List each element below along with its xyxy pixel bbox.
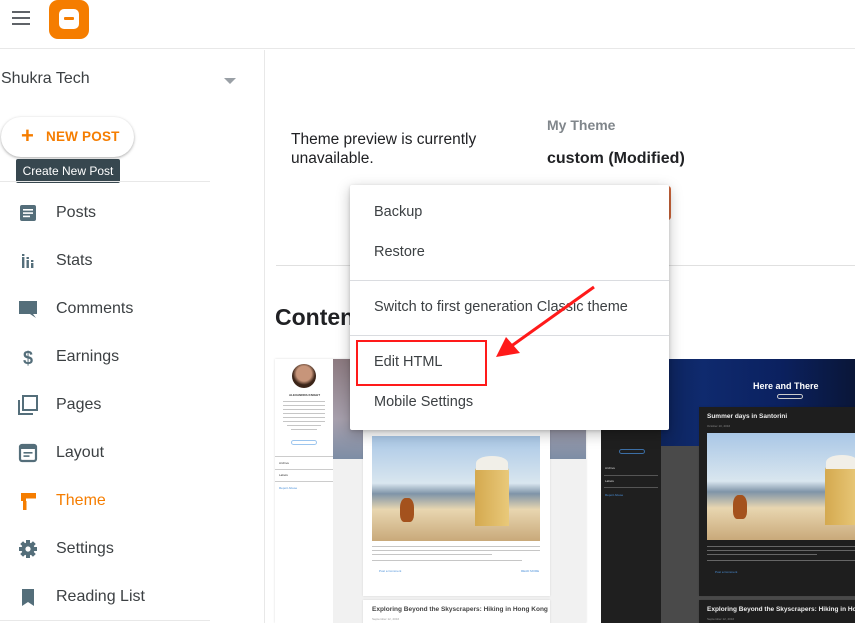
comments-icon (19, 301, 37, 318)
menu-item-label: Mobile Settings (374, 394, 474, 410)
sidebar-item-label: Posts (56, 204, 97, 221)
thumbnail-report-abuse: Report Abuse (279, 486, 298, 490)
thumbnail-post-date: October 10, 2016 (707, 424, 731, 428)
sidebar-item-label: Pages (56, 396, 102, 413)
theme-section-heading: Conten (275, 304, 355, 330)
visit-profile-button (619, 449, 645, 454)
dollar-icon: $ (23, 348, 33, 367)
sidebar-item-layout[interactable]: Layout (0, 437, 250, 469)
bookmark-icon (22, 589, 34, 606)
sidebar-item-settings[interactable]: Settings (0, 533, 250, 565)
thumbnail-next-post: Exploring Beyond the Skyscrapers: Hiking… (363, 600, 550, 623)
thumbnail-post-card: Summer days in Santorini October 10, 201… (699, 407, 855, 596)
new-post-button[interactable]: + NEW POST (1, 117, 134, 157)
thumbnail-archive-link: Archive (605, 466, 616, 470)
thumbnail-report-abuse: Report Abuse (605, 493, 624, 497)
thumbnail-next-post-title: Exploring Beyond the Skyscrapers: Hiking… (372, 606, 548, 613)
menu-divider (350, 280, 669, 281)
sidebar-item-stats[interactable]: Stats (0, 245, 250, 277)
menu-item-restore[interactable]: Restore (350, 232, 669, 272)
sidebar-divider (0, 181, 210, 182)
thumbnail-labels-link: Labels (279, 473, 288, 477)
annotation-arrow-icon (496, 285, 595, 357)
thumbnail-next-post-date: September 12, 2016 (372, 617, 400, 621)
my-theme-name: custom (Modified) (547, 150, 685, 167)
sidebar-item-label: Reading List (56, 588, 145, 605)
thumbnail-archive-link: Archive (279, 461, 290, 465)
menu-item-mobile-settings[interactable]: Mobile Settings (350, 382, 669, 422)
gear-icon (19, 540, 37, 558)
sidebar-divider (0, 620, 210, 621)
thumbnail-next-post-date: September 12, 2016 (707, 617, 735, 621)
sidebar-item-label: Theme (56, 492, 106, 509)
sidebar-item-reading-list[interactable]: Reading List (0, 581, 250, 613)
stats-icon (22, 254, 34, 268)
menu-item-label: Restore (374, 244, 425, 260)
plus-icon: + (21, 123, 34, 148)
thumbnail-blog-title: Here and There (753, 381, 819, 391)
sidebar-item-posts[interactable]: Posts (0, 197, 250, 229)
menu-item-label: Backup (374, 204, 423, 220)
sidebar-item-label: Settings (56, 540, 114, 557)
sidebar-item-theme[interactable]: Theme (0, 485, 250, 517)
santorini-image (707, 433, 855, 540)
pages-icon (18, 395, 38, 415)
profile-name: ALEXANDRA KNIGHT (289, 393, 321, 397)
thumbnail-labels-link: Labels (605, 479, 614, 483)
blog-selector[interactable]: Shukra Tech (0, 70, 250, 92)
thumbnail-post-card: Post a Comment READ MORE (363, 424, 550, 596)
layout-icon (18, 443, 38, 463)
paint-roller-icon (21, 493, 36, 510)
chevron-down-icon (224, 78, 236, 84)
thumbnail-post-title: Summer days in Santorini (707, 413, 788, 420)
new-post-label: NEW POST (46, 129, 120, 144)
sidebar-item-label: Stats (56, 252, 93, 269)
theme-preview-message: Theme preview is currently unavailable. (291, 131, 477, 167)
profile-avatar (292, 364, 316, 388)
thumbnail-sidebar: ALEXANDRA KNIGHT Archive Labels Report A… (275, 359, 333, 623)
my-theme-label: My Theme (547, 117, 616, 133)
svg-text:$: $ (23, 348, 33, 367)
sidebar-item-label: Comments (56, 300, 134, 317)
thumbnail-subscribe-button (777, 394, 803, 399)
thumbnail-next-post: Exploring Beyond the Skyscrapers: Hiking… (699, 600, 855, 623)
thumbnail-sidebar: Archive Labels Report Abuse (601, 419, 661, 623)
blogger-logo-icon[interactable] (49, 0, 89, 39)
sidebar: Shukra Tech + NEW POST Create New Post P… (0, 50, 265, 623)
hamburger-menu-icon[interactable] (12, 11, 30, 25)
thumbnail-next-post-title: Exploring Beyond the Skyscrapers: Hiking… (707, 606, 855, 613)
posts-icon (20, 205, 36, 221)
thumbnail-post-comment-link: Post a Comment (379, 569, 402, 573)
new-post-tooltip: Create New Post (16, 159, 120, 183)
sidebar-item-pages[interactable]: Pages (0, 389, 250, 421)
top-app-bar (0, 0, 855, 49)
sidebar-item-label: Layout (56, 444, 105, 461)
sidebar-item-earnings[interactable]: $ Earnings (0, 341, 250, 373)
thumbnail-post-comment-link: Post a Comment (715, 570, 738, 574)
sidebar-item-label: Earnings (56, 348, 120, 365)
santorini-image (372, 436, 540, 541)
blog-name: Shukra Tech (1, 70, 90, 87)
sidebar-item-comments[interactable]: Comments (0, 293, 250, 325)
thumbnail-read-more: READ MORE (521, 569, 540, 573)
annotation-highlight-box (356, 340, 487, 386)
visit-profile-button (291, 440, 317, 445)
menu-item-backup[interactable]: Backup (350, 192, 669, 232)
